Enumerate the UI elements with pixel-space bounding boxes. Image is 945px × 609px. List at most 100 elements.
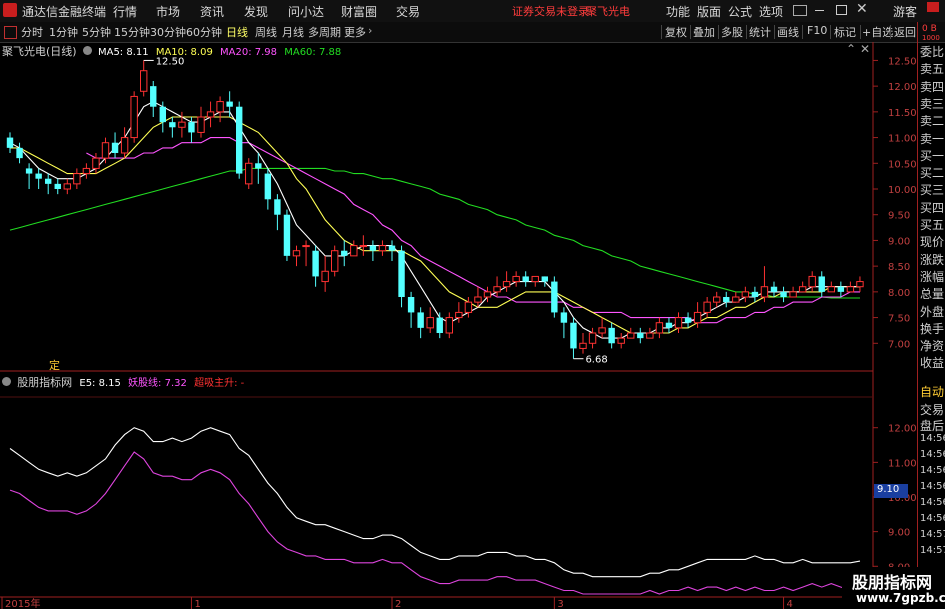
watermark-line2: www.7gpzb.com: [856, 591, 945, 605]
side-quote-label: 收益: [920, 356, 945, 371]
candle-body-up: [63, 183, 71, 190]
ma60-path: [9, 167, 860, 299]
candle-body-down: [283, 214, 291, 256]
ind-y-tick-label: 12.00: [888, 424, 917, 435]
candle-body-up: [216, 101, 224, 113]
candle-body-down: [169, 122, 176, 128]
candle-body-down: [541, 276, 548, 282]
candle-body-down: [159, 106, 166, 123]
candle-body-up: [359, 245, 368, 248]
candle-body-up: [92, 157, 100, 169]
candle-body-up: [426, 317, 434, 329]
main-y-tick-label: 10.00: [888, 185, 917, 196]
candle-body-up: [760, 286, 769, 298]
main-y-tick-label: 9.50: [888, 211, 910, 222]
candle-body-down: [637, 333, 644, 339]
side-quote-label: 买一: [920, 148, 945, 163]
candle-body-up: [302, 245, 310, 248]
candle-body-up: [741, 291, 750, 298]
main-y-tick-label: 12.00: [888, 82, 917, 93]
candle-body-up: [579, 342, 587, 349]
ind-y-tick-label: 11.00: [888, 458, 917, 469]
candle-body-up: [693, 311, 702, 324]
side-trade-label: 14:56: [920, 481, 945, 492]
side-quote-label: 现价: [920, 235, 945, 250]
candle-body-up: [245, 162, 253, 185]
candle-body-down: [436, 317, 443, 333]
main-y-axis: 12.50 12.00 11.50 11.00 10.50 10.00 9.50 9.00 8.…: [873, 56, 917, 350]
candle-body-up: [101, 142, 110, 159]
side-trade-label: 14:57: [920, 545, 945, 556]
candle-body-down: [723, 297, 730, 303]
indicator-y-axis: 12.0011.0010.009.008.00: [873, 424, 917, 573]
candle-body-down: [608, 327, 615, 344]
main-y-tick-label: 10.50: [888, 159, 917, 170]
side-trade-label: 14:56: [920, 433, 945, 444]
date-tick-label: 3: [557, 599, 563, 609]
candle-body-down: [236, 106, 243, 174]
candle-body-down: [570, 322, 577, 349]
candle-body-down: [255, 163, 262, 169]
main-y-tick-label: 7.50: [888, 314, 910, 325]
candle-body-down: [818, 276, 825, 292]
indicator-value-tag: 9.10: [874, 484, 908, 498]
main-y-tick-label: 12.50: [888, 56, 917, 67]
candle-body-down: [407, 297, 415, 313]
candle-body-up: [73, 173, 81, 185]
fixed-marker: 定: [49, 358, 60, 372]
candle-body-up: [464, 301, 473, 313]
candle-body-down: [770, 286, 778, 292]
yao-path: [9, 451, 860, 595]
side-trade-label: 14:56: [920, 449, 945, 460]
candle-body-up: [512, 275, 520, 283]
candle-body-down: [837, 286, 845, 292]
date-tick-label: 2015年: [5, 597, 40, 609]
candle-body-up: [531, 275, 539, 283]
ma60-line: [9, 167, 860, 299]
candle-body-down: [16, 147, 23, 159]
candle-body-up: [827, 286, 835, 293]
side-trade-label: 14:56: [920, 465, 945, 476]
side-quote-label: 买三: [920, 183, 945, 198]
side-quote-label: 外盘: [920, 304, 945, 319]
candle-body-down: [6, 137, 14, 148]
candle-body-down: [45, 178, 52, 184]
side-trade-label: 14:56: [920, 513, 945, 524]
watermark: 股朋指标网 www.7gpzb.com: [842, 567, 945, 609]
candle-body-up: [798, 286, 807, 293]
date-axis: 2015年 1 2 3 4: [1, 597, 793, 609]
candle-body-up: [82, 167, 91, 175]
low-price-label: 6.68: [585, 355, 607, 366]
side-quote-label: 换手: [920, 321, 945, 336]
candle-body-down: [780, 291, 787, 297]
candle-body-down: [751, 291, 759, 297]
date-tick-label: 1: [194, 599, 200, 609]
main-y-tick-label: 9.00: [888, 236, 910, 247]
high-price-label: 12.50: [156, 56, 185, 67]
candle-body-up: [378, 245, 387, 252]
candle-body-down: [341, 250, 348, 256]
candle-body-up: [808, 275, 816, 288]
candle-body-up: [617, 337, 625, 344]
candle-body-down: [25, 168, 33, 174]
candle-body-down: [388, 245, 396, 251]
candle-body-down: [684, 317, 692, 323]
candle-body-up: [598, 327, 606, 334]
e5-path: [9, 427, 861, 578]
candle-body-down: [398, 250, 405, 297]
candle-body-up: [732, 296, 740, 303]
chart-canvas[interactable]: 12.50 12.00 11.50 11.00 10.50 10.00 9.50 9.00 8.…: [0, 0, 945, 609]
side-trade-label: 14:56: [920, 497, 945, 508]
candle-body-up: [655, 322, 664, 334]
candle-body-up: [321, 270, 329, 283]
candle-body-up: [140, 70, 148, 92]
candle-body-down: [54, 183, 61, 189]
main-y-tick-label: 8.00: [888, 288, 910, 299]
candle-body-down: [188, 122, 195, 133]
candle-body-down: [35, 173, 42, 179]
candles: [6, 60, 864, 359]
side-trade-label: 14:57: [920, 529, 945, 540]
candle-body-down: [665, 322, 673, 328]
candle-body-up: [206, 111, 215, 118]
date-tick-label: 2: [395, 599, 401, 609]
